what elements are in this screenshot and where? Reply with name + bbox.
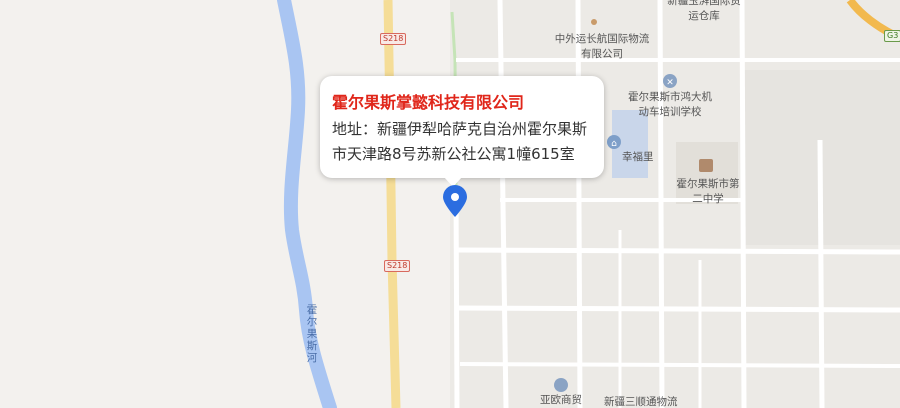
svg-text:✕: ✕ [666, 78, 674, 88]
mall-icon [554, 378, 568, 392]
label-mall: 亚欧商贸 [540, 394, 582, 406]
map-canvas[interactable]: ✕ ⌂ S218 S218 G3 新疆玉湃国际货运仓库 中外运长航国际物流有限公… [0, 0, 900, 408]
road-badge-s218-lower: S218 [384, 260, 411, 272]
label-warehouse: 新疆玉湃国际货运仓库 [667, 0, 741, 22]
school-icon [699, 159, 713, 172]
poi-dot-icon [591, 19, 597, 25]
road-badge-s218-upper: S218 [380, 33, 407, 45]
location-marker-icon[interactable] [441, 185, 469, 218]
popup-address: 地址：新疆伊犁哈萨克自治州霍尔果斯市天津路8号苏新公社公寓1幢615室 [332, 120, 588, 163]
road-badge-g3: G3 [884, 30, 900, 42]
popup-company-name: 霍尔果斯掌懿科技有限公司 [332, 93, 525, 112]
label-river: 霍尔果斯河 [306, 304, 318, 364]
label-bottom-right: 新疆三顺通物流 [604, 396, 678, 408]
label-middle-school: 霍尔果斯市第二中学 [676, 178, 740, 205]
info-popup[interactable]: 霍尔果斯掌懿科技有限公司 地址：新疆伊犁哈萨克自治州霍尔果斯市天津路8号苏新公社… [320, 76, 604, 187]
svg-text:⌂: ⌂ [611, 139, 617, 149]
label-driving-school: 霍尔果斯市鸿大机动车培训学校 [628, 91, 712, 118]
label-residence: 幸福里 [622, 151, 654, 163]
label-logistics: 中外运长航国际物流有限公司 [554, 33, 650, 60]
